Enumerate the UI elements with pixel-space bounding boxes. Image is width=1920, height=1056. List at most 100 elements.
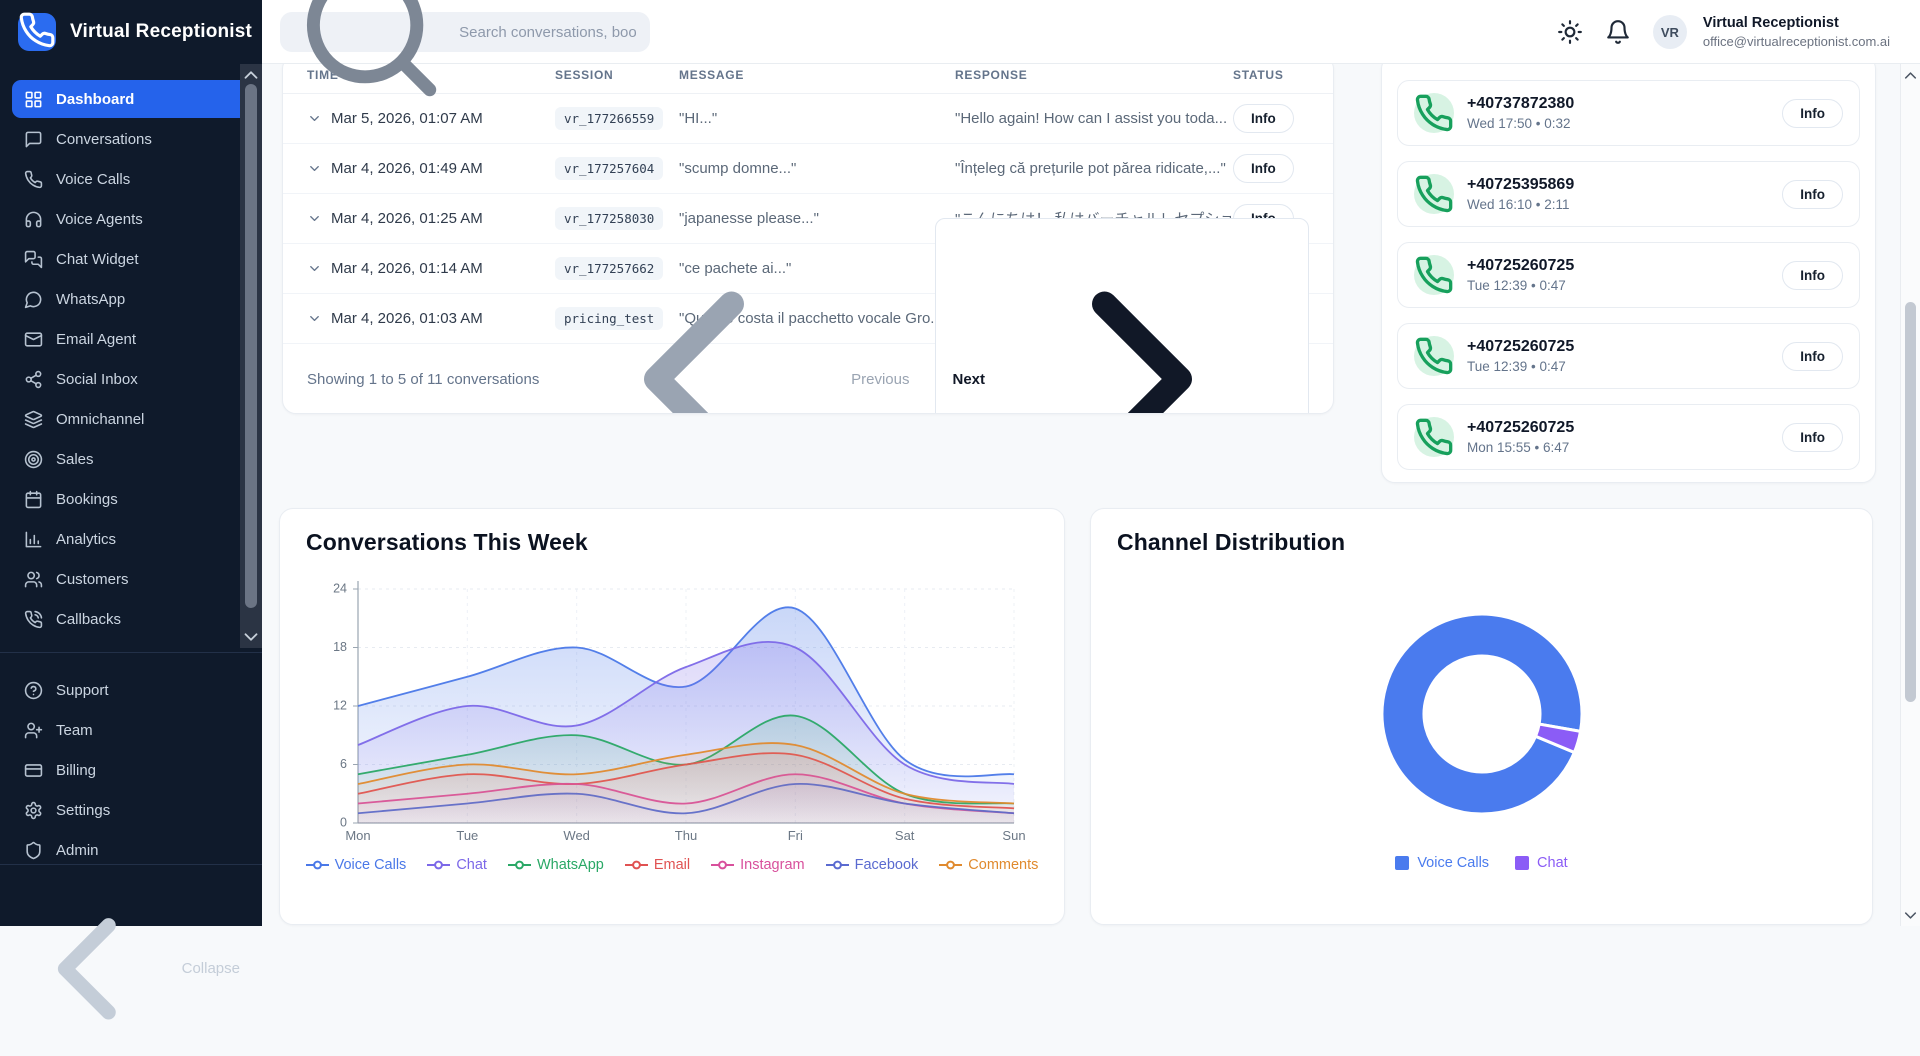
call-list-item[interactable]: +40725260725Tue 12:39 • 0:47Info [1397,323,1860,389]
legend-item-facebook[interactable]: Facebook [826,857,919,873]
sidebar-item-label: Settings [56,802,110,819]
svg-text:Mon: Mon [345,828,370,843]
svg-text:Wed: Wed [563,828,590,843]
sidebar-item-billing[interactable]: Billing [12,751,250,789]
sidebar-footer-divider [0,864,262,865]
mail-icon [24,330,43,349]
row-time-cell: Mar 5, 2026, 01:07 AM [307,110,555,127]
table-row[interactable]: Mar 4, 2026, 01:49 AMvr_177257604"scump … [283,144,1333,194]
legend-item-chat[interactable]: Chat [1515,855,1568,871]
chevron-down-icon[interactable] [307,111,322,126]
scroll-up-icon[interactable] [1901,66,1920,84]
sidebar-item-sales[interactable]: Sales [12,440,250,478]
col-message: MESSAGE [679,68,955,82]
row-time: Mar 5, 2026, 01:07 AM [331,110,483,127]
legend-item-whatsapp[interactable]: WhatsApp [508,857,604,873]
call-number: +40725395869 [1467,176,1574,194]
legend-item-voice-calls[interactable]: Voice Calls [1395,855,1489,871]
sidebar-item-voice-agents[interactable]: Voice Agents [12,200,250,238]
next-button[interactable]: Next [935,218,1309,414]
sidebar-item-label: Admin [56,842,99,859]
row-time-cell: Mar 4, 2026, 01:03 AM [307,310,555,327]
call-list-item[interactable]: +40725395869Wed 16:10 • 2:11 Info [1397,161,1860,227]
sidebar-item-email-agent[interactable]: Email Agent [12,320,250,358]
collapse-button[interactable]: Collapse [0,882,240,1056]
call-list-item[interactable]: +40737872380Wed 17:50 • 0:32 Info [1397,80,1860,146]
theme-toggle-button[interactable] [1557,19,1583,45]
sidebar-item-dashboard[interactable]: Dashboard [12,80,250,118]
sidebar-scrollbar[interactable] [240,64,262,648]
sidebar-item-label: Billing [56,762,96,779]
sidebar-item-analytics[interactable]: Analytics [12,520,250,558]
chevron-down-icon[interactable] [307,261,322,276]
call-meta: Tue 12:39 • 0:47 [1467,359,1574,374]
page-scrollbar[interactable] [1900,64,1920,926]
sidebar-item-bookings[interactable]: Bookings [12,480,250,518]
sidebar-item-whatsapp[interactable]: WhatsApp [12,280,250,318]
call-text: +40737872380Wed 17:50 • 0:32 [1467,95,1574,131]
avatar[interactable]: VR [1653,15,1687,49]
help-circle-icon [24,681,43,700]
user-email: office@virtualreceptionist.com.ai [1703,34,1890,50]
sidebar-item-label: Sales [56,451,94,468]
search-input[interactable] [459,24,636,41]
conversations-week-card: Conversations This Week 06121824MonTueWe… [279,508,1065,925]
legend-item-comments[interactable]: Comments [939,857,1038,873]
info-button[interactable]: Info [1782,342,1843,371]
call-number: +40737872380 [1467,95,1574,113]
call-list-item[interactable]: +40725260725Mon 15:55 • 6:47 Info [1397,404,1860,470]
legend-item-instagram[interactable]: Instagram [711,857,804,873]
sidebar-item-voice-calls[interactable]: Voice Calls [12,160,250,198]
info-button[interactable]: Info [1782,261,1843,290]
chevron-down-icon[interactable] [307,211,322,226]
previous-button[interactable]: Previous [544,229,909,414]
row-time: Mar 4, 2026, 01:25 AM [331,210,483,227]
sidebar-item-label: Callbacks [56,611,121,628]
chevron-down-icon[interactable] [307,311,322,326]
svg-text:Fri: Fri [788,828,803,843]
sidebar-item-chat-widget[interactable]: Chat Widget [12,240,250,278]
pagination-summary: Showing 1 to 5 of 11 conversations [307,371,539,388]
svg-text:Thu: Thu [675,828,697,843]
sidebar-item-callbacks[interactable]: Callbacks [12,600,250,638]
call-list-item[interactable]: +40725260725Tue 12:39 • 0:47Info [1397,242,1860,308]
info-button[interactable]: Info [1233,104,1294,133]
phone-icon [24,170,43,189]
sidebar-scrollbar-thumb[interactable] [245,84,257,608]
settings-icon [24,801,43,820]
shield-icon [24,841,43,860]
call-text: +40725260725Mon 15:55 • 6:47 [1467,419,1574,455]
sidebar-item-label: WhatsApp [56,291,125,308]
scroll-down-icon[interactable] [240,628,262,646]
legend-item-chat[interactable]: Chat [427,857,487,873]
row-status-cell: Info [1233,154,1309,183]
legend-label: Voice Calls [335,857,407,873]
notifications-button[interactable] [1605,19,1631,45]
sidebar-item-label: Customers [56,571,129,588]
row-status-cell: Info [1233,104,1309,133]
scroll-down-icon[interactable] [1901,906,1920,924]
chevron-down-icon[interactable] [307,161,322,176]
phone-icon [1414,255,1454,295]
info-button[interactable]: Info [1782,180,1843,209]
legend-marker-icon [306,860,329,870]
legend-label: Voice Calls [1417,855,1489,871]
sidebar-item-omnichannel[interactable]: Omnichannel [12,400,250,438]
sidebar-item-team[interactable]: Team [12,711,250,749]
call-text: +40725395869Wed 16:10 • 2:11 [1467,176,1574,212]
sidebar-item-conversations[interactable]: Conversations [12,120,250,158]
phone-icon [1414,93,1454,133]
sidebar-item-social-inbox[interactable]: Social Inbox [12,360,250,398]
info-button[interactable]: Info [1782,99,1843,128]
legend-item-voice-calls[interactable]: Voice Calls [306,857,407,873]
info-button[interactable]: Info [1782,423,1843,452]
page-scrollbar-thumb[interactable] [1905,302,1916,702]
sidebar-item-settings[interactable]: Settings [12,791,250,829]
scroll-up-icon[interactable] [240,66,262,84]
info-button[interactable]: Info [1233,154,1294,183]
sidebar-item-support[interactable]: Support [12,671,250,709]
legend-marker-icon [625,860,648,870]
dashboard-icon [24,90,43,109]
sidebar-item-customers[interactable]: Customers [12,560,250,598]
legend-item-email[interactable]: Email [625,857,690,873]
